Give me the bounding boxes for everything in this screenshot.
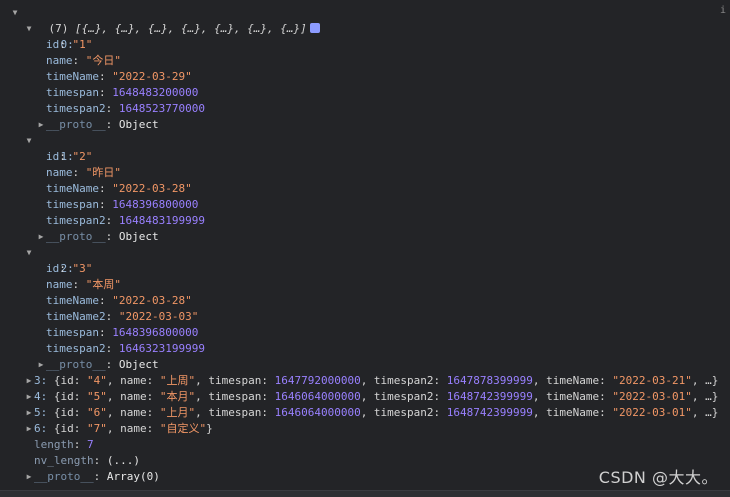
array-proto[interactable]: ▶ __proto__: Array(0) [24,469,160,485]
item-2-timespan: timespan: 1648396800000 [46,326,199,339]
collapse-triangle-icon[interactable]: ▶ [24,405,34,421]
array-length: length: 7 [34,438,94,451]
item-1-header[interactable]: ▼ 1: [24,133,74,163]
item-1-timespan2: timespan2: 1648483199999 [46,214,205,227]
item-4-collapsed[interactable]: ▶ 4: {id: "5", name: "本月", timespan: 1646… [24,389,719,405]
collapse-triangle-icon[interactable]: ▶ [36,117,46,133]
array-preview: [{…}, {…}, {…}, {…}, {…}, {…}, {…}] [75,22,307,35]
bottom-divider [0,490,730,497]
item-1-timespan: timespan: 1648396800000 [46,198,199,211]
item-1-timename: timeName: "2022-03-28" [46,182,192,195]
collapse-triangle-icon[interactable]: ▶ [36,357,46,373]
item-3-collapsed[interactable]: ▶ 3: {id: "4", name: "上周", timespan: 1647… [24,373,719,389]
info-badge-icon[interactable] [309,23,320,33]
item-0-timespan: timespan: 1648483200000 [46,86,199,99]
expand-triangle-icon[interactable]: ▼ [10,5,20,21]
item-0-timename: timeName: "2022-03-29" [46,70,192,83]
item-2-timename2: timeName2: "2022-03-03" [46,310,199,323]
console-output: ▼ (7) [{…}, {…}, {…}, {…}, {…}, {…}, {…}]… [0,5,730,497]
item-1-id: id: "2" [46,150,93,163]
collapse-triangle-icon[interactable]: ▶ [24,389,34,405]
item-2-id: id: "3" [46,262,93,275]
item-1-name: name: "昨日" [46,166,121,179]
item-6-collapsed[interactable]: ▶ 6: {id: "7", name: "自定义"} [24,421,213,437]
item-0-name: name: "今日" [46,54,121,67]
item-1-proto[interactable]: ▶ __proto__: Object [36,229,159,245]
item-5-collapsed[interactable]: ▶ 5: {id: "6", name: "上月", timespan: 1646… [24,405,719,421]
item-0-proto[interactable]: ▶ __proto__: Object [36,117,159,133]
array-nv-length[interactable]: nv_length: (...) [34,453,140,469]
expand-triangle-icon[interactable]: ▼ [24,133,34,149]
collapse-triangle-icon[interactable]: ▶ [36,229,46,245]
collapse-triangle-icon[interactable]: ▶ [24,373,34,389]
item-0-header[interactable]: ▼ 0: [24,21,74,51]
collapse-triangle-icon[interactable]: ▶ [24,469,34,485]
item-0-timespan2: timespan2: 1648523770000 [46,102,205,115]
expand-triangle-icon[interactable]: ▼ [24,21,34,37]
item-0-id: id: "1" [46,38,93,51]
expand-triangle-icon[interactable]: ▼ [24,245,34,261]
item-2-proto[interactable]: ▶ __proto__: Object [36,357,159,373]
csdn-watermark: CSDN @大大。 [598,468,718,487]
scroll-marker-icon: i [719,5,726,16]
item-2-timename: timeName: "2022-03-28" [46,294,192,307]
collapse-triangle-icon[interactable]: ▶ [24,421,34,437]
item-2-name: name: "本周" [46,278,121,291]
array-header[interactable]: ▼ (7) [{…}, {…}, {…}, {…}, {…}, {…}, {…}] [10,5,320,35]
item-2-timespan2: timespan2: 1646323199999 [46,342,205,355]
item-2-header[interactable]: ▼ 2: [24,245,74,275]
